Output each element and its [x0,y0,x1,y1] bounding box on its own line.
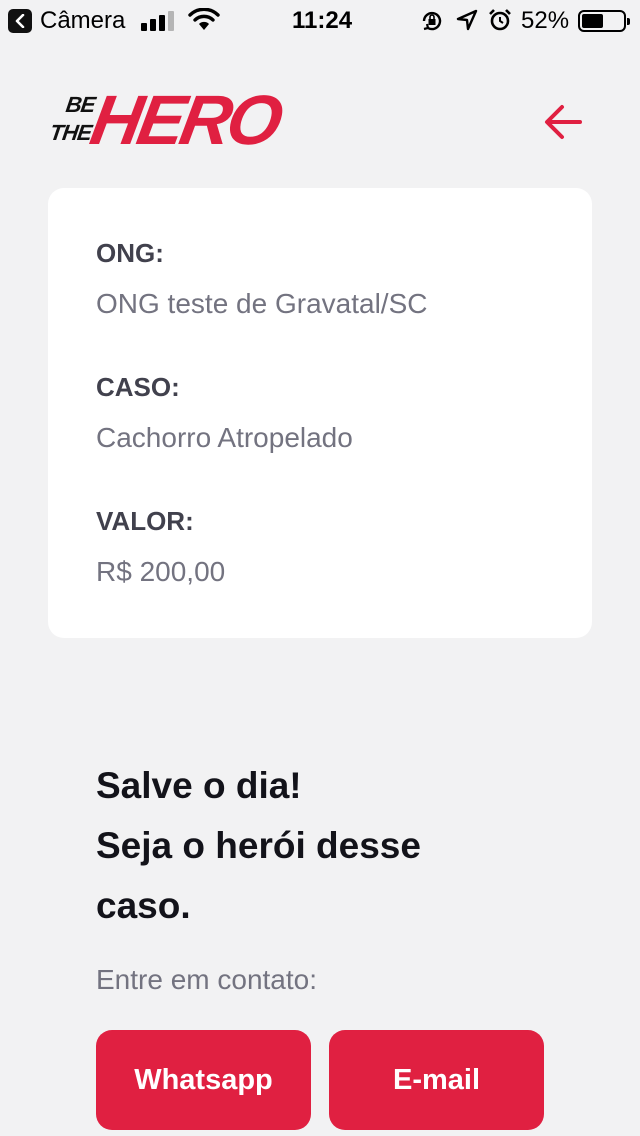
logo-the-text: THE [48,120,93,145]
value-amount: R$ 200,00 [96,556,226,587]
case-value: Cachorro Atropelado [96,422,353,453]
battery-percentage: 52% [521,7,570,34]
wifi-icon [188,8,220,30]
detail-screen: Câmera 11:24 52% BE THE HERO ONG: ONG te… [0,0,640,1136]
contact-title-line-2: Seja o herói desse [96,825,421,866]
contact-title: Salve o dia! Seja o herói desse caso. [96,756,536,936]
ong-label: ONG: [96,238,164,268]
arrow-left-icon [545,105,582,139]
whatsapp-button[interactable]: Whatsapp [96,1030,311,1130]
cellular-signal-icon [141,11,177,31]
contact-description: Entre em contato: [96,964,318,995]
case-label: CASO: [96,372,180,402]
clock: 11:24 [292,7,353,34]
logo-be-text: BE [64,92,97,117]
email-button[interactable]: E-mail [329,1030,544,1130]
contact-title-line-3: caso. [96,885,191,926]
value-label: VALOR: [96,506,194,536]
rotation-lock-icon [422,11,442,31]
contact-title-line-1: Salve o dia! [96,765,302,806]
incident-card: ONG: ONG teste de Gravatal/SC CASO: Cach… [48,188,592,638]
location-arrow-icon [456,9,478,31]
be-the-hero-logo: BE THE HERO [48,80,285,162]
back-button[interactable] [540,100,588,144]
ong-value: ONG teste de Gravatal/SC [96,288,428,319]
status-bar: Câmera 11:24 52% [0,0,640,40]
battery-icon [578,10,630,32]
alarm-icon [489,9,511,31]
logo-hero-text: HERO [85,81,286,159]
back-app-label[interactable]: Câmera [40,8,125,34]
back-to-app-icon[interactable] [8,9,32,33]
